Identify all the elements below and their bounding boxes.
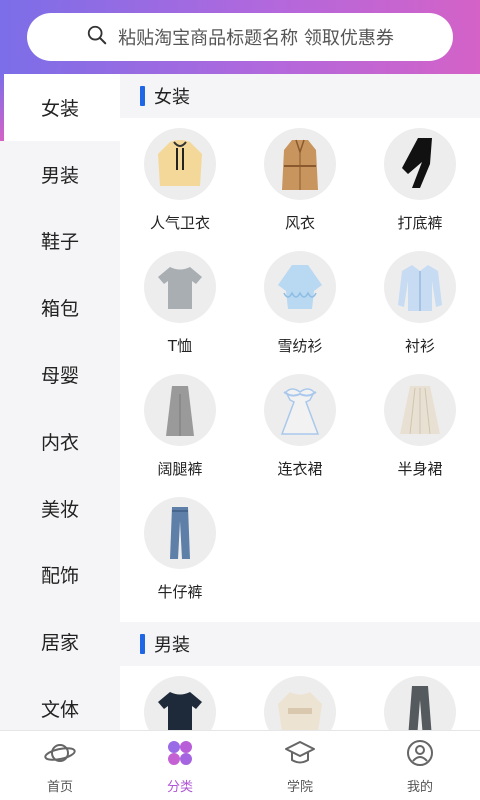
mens-sweater-icon <box>264 676 336 730</box>
category-icon <box>165 738 195 772</box>
app-root: 粘贴淘宝商品标题名称 领取优惠券 女装 男装 鞋子 箱包 母婴 内衣 美妆 配饰… <box>0 0 480 800</box>
category-item-label: 打底裤 <box>397 214 443 232</box>
dress-icon <box>264 374 336 446</box>
leggings-icon <box>384 128 456 200</box>
section-header-women: 女装 <box>120 74 480 118</box>
section-grid-women: 人气卫衣 风衣 打底裤 T恤 雪纺衫 衬衫 阔腿裤 连衣裙 半身裙 牛仔裤 <box>120 118 480 622</box>
category-item[interactable]: 人气卫衣 <box>120 126 240 249</box>
category-sidebar: 女装 男装 鞋子 箱包 母婴 内衣 美妆 配饰 居家 文体 <box>0 74 120 730</box>
category-item-label: 半身裙 <box>397 460 443 478</box>
section-marker <box>140 86 145 106</box>
category-item[interactable]: 连衣裙 <box>240 372 360 495</box>
shirt-icon <box>384 251 456 323</box>
section-header-men: 男装 <box>120 622 480 666</box>
section-grid-men <box>120 666 480 730</box>
tab-label: 我的 <box>406 779 433 795</box>
sidebar-item-label: 鞋子 <box>40 231 79 254</box>
category-item[interactable]: 打底裤 <box>360 126 480 249</box>
header: 粘贴淘宝商品标题名称 领取优惠券 <box>0 0 480 74</box>
bottom-tab-bar: 首页 分类 学院 我的 <box>0 730 480 800</box>
category-item-label: T恤 <box>167 337 193 355</box>
category-item[interactable] <box>360 674 480 730</box>
sidebar-item-makeup[interactable]: 美妆 <box>0 475 120 542</box>
category-item-label: 牛仔裤 <box>157 583 203 601</box>
category-item[interactable]: 牛仔裤 <box>120 495 240 618</box>
section-title: 男装 <box>154 635 190 656</box>
sidebar-item-shoes[interactable]: 鞋子 <box>0 208 120 275</box>
trench-coat-icon <box>264 128 336 200</box>
category-item-label: 人气卫衣 <box>149 214 210 232</box>
category-item-label: 阔腿裤 <box>157 460 203 478</box>
category-item-label: 连衣裙 <box>277 460 323 478</box>
sidebar-item-home[interactable]: 居家 <box>0 608 120 675</box>
sidebar-item-label: 母婴 <box>40 365 79 388</box>
tab-profile[interactable]: 我的 <box>360 731 480 800</box>
tab-label: 学院 <box>286 779 313 795</box>
search-placeholder: 粘贴淘宝商品标题名称 领取优惠券 <box>118 28 394 49</box>
section-marker <box>140 634 145 654</box>
user-icon <box>405 738 435 772</box>
sidebar-item-label: 文体 <box>40 699 79 722</box>
sidebar-item-baby[interactable]: 母婴 <box>0 341 120 408</box>
category-item[interactable]: 雪纺衫 <box>240 249 360 372</box>
category-item[interactable]: T恤 <box>120 249 240 372</box>
search-icon <box>86 24 108 50</box>
category-item[interactable]: 半身裙 <box>360 372 480 495</box>
sidebar-item-label: 内衣 <box>40 431 79 454</box>
wide-leg-pants-icon <box>144 374 216 446</box>
chiffon-blouse-icon <box>264 251 336 323</box>
tab-home[interactable]: 首页 <box>0 731 120 800</box>
tab-category[interactable]: 分类 <box>120 731 240 800</box>
sidebar-item-underwear[interactable]: 内衣 <box>0 408 120 475</box>
category-item[interactable] <box>120 674 240 730</box>
category-item-label: 衬衫 <box>404 337 435 355</box>
sidebar-item-bags[interactable]: 箱包 <box>0 274 120 341</box>
category-item[interactable]: 阔腿裤 <box>120 372 240 495</box>
tab-label: 首页 <box>46 779 73 795</box>
sidebar-item-women[interactable]: 女装 <box>0 74 120 141</box>
hoodie-icon <box>144 128 216 200</box>
planet-icon <box>43 738 77 772</box>
sidebar-item-label: 居家 <box>40 632 79 655</box>
category-item-label: 雪纺衫 <box>277 337 323 355</box>
tshirt-icon <box>144 251 216 323</box>
sidebar-item-label: 箱包 <box>40 298 79 321</box>
sidebar-item-label: 女装 <box>40 97 79 120</box>
jeans-icon <box>144 497 216 569</box>
mens-tshirt-icon <box>144 676 216 730</box>
mens-pants-icon <box>384 676 456 730</box>
sidebar-item-label: 配饰 <box>40 565 79 588</box>
sidebar-item-label: 美妆 <box>40 498 79 521</box>
tab-label: 分类 <box>166 779 193 795</box>
category-item[interactable]: 风衣 <box>240 126 360 249</box>
category-content: 女装 人气卫衣 风衣 打底裤 T恤 雪纺衫 衬衫 阔腿裤 连衣裙 半身裙 牛仔裤… <box>120 74 480 730</box>
sidebar-item-stationery[interactable]: 文体 <box>0 675 120 730</box>
search-bar[interactable]: 粘贴淘宝商品标题名称 领取优惠券 <box>27 13 453 61</box>
category-item[interactable]: 衬衫 <box>360 249 480 372</box>
skirt-icon <box>384 374 456 446</box>
sidebar-item-accessories[interactable]: 配饰 <box>0 542 120 609</box>
category-item-label: 风衣 <box>284 214 315 232</box>
section-title: 女装 <box>154 87 190 108</box>
sidebar-item-men[interactable]: 男装 <box>0 141 120 208</box>
sidebar-item-label: 男装 <box>40 164 79 187</box>
graduation-cap-icon <box>284 738 316 772</box>
category-item[interactable] <box>240 674 360 730</box>
tab-academy[interactable]: 学院 <box>240 731 360 800</box>
